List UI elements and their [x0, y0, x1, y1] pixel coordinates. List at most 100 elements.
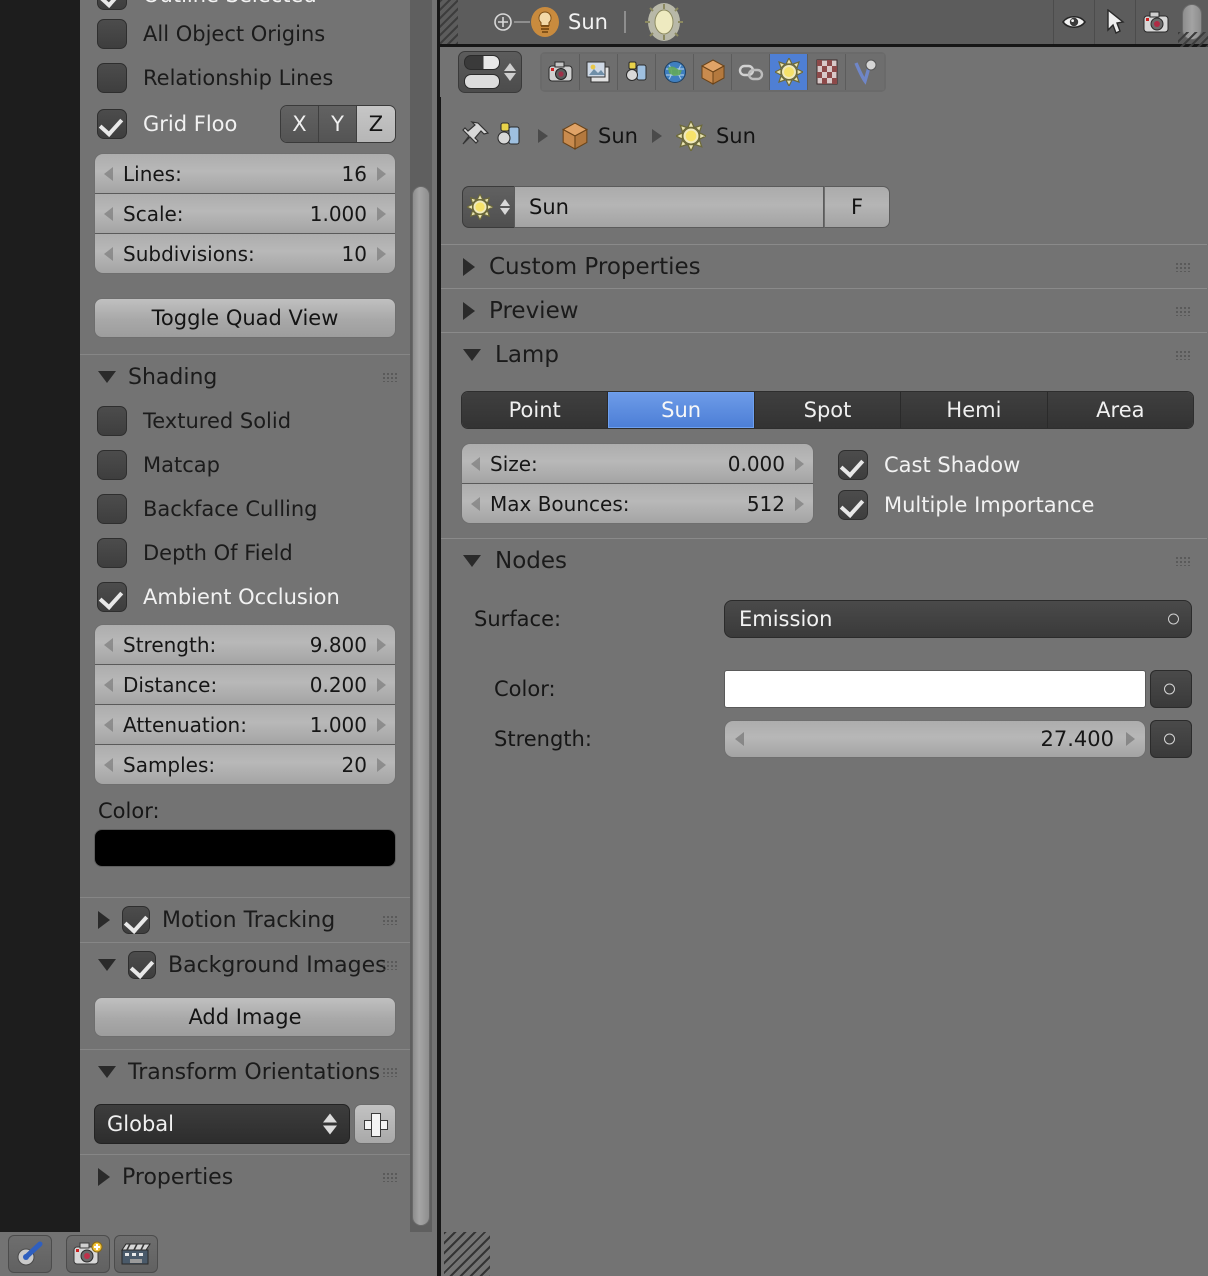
grid-axis-toggle-group[interactable]: X Y Z — [280, 105, 396, 143]
checkbox-row-matcap[interactable]: Matcap — [80, 443, 410, 487]
node-socket-icon[interactable] — [1168, 613, 1179, 625]
section-header-preview[interactable]: Preview — [441, 288, 1207, 333]
drag-grip-icon[interactable] — [382, 960, 398, 970]
grid-axis-z-button[interactable]: Z — [357, 106, 395, 142]
visibility-toggle[interactable] — [1053, 0, 1094, 44]
drag-grip-icon[interactable] — [1175, 306, 1191, 316]
drag-grip-icon[interactable] — [382, 1067, 398, 1077]
outline-selected-checkbox[interactable] — [97, 0, 127, 10]
section-header-transform-orientations[interactable]: Transform Orientations — [80, 1049, 410, 1094]
grid-floor-checkbox[interactable] — [97, 109, 127, 139]
lamp-max-bounces-field[interactable]: Max Bounces: 512 — [462, 484, 813, 523]
fake-user-button[interactable]: F — [824, 186, 890, 228]
checkbox-row-cast-shadow[interactable]: Cast Shadow — [838, 445, 1198, 485]
outliner-object-entry[interactable]: Sun — [492, 7, 608, 37]
increment-arrow-icon[interactable] — [377, 206, 386, 221]
increment-arrow-icon[interactable] — [795, 456, 804, 471]
grid-lines-field[interactable]: Lines: 16 — [95, 154, 395, 194]
drag-grip-icon[interactable] — [1175, 350, 1191, 360]
grid-scale-field[interactable]: Scale: 1.000 — [95, 194, 395, 234]
section-header-motion-tracking[interactable]: Motion Tracking — [80, 897, 410, 942]
editor-type-selector[interactable] — [458, 51, 522, 93]
selectability-toggle[interactable] — [1094, 0, 1135, 44]
tab-particles[interactable] — [846, 54, 884, 90]
decrement-arrow-icon[interactable] — [104, 246, 113, 261]
lamp-type-spot[interactable]: Spot — [754, 392, 902, 428]
increment-arrow-icon[interactable] — [1126, 732, 1135, 746]
left-panel-scroll-track[interactable] — [410, 0, 432, 1232]
tab-object[interactable] — [694, 54, 732, 90]
strength-socket-button[interactable] — [1150, 720, 1192, 758]
lamp-name-input[interactable]: Sun — [514, 186, 824, 228]
lamp-datablock-icon-box[interactable] — [462, 186, 514, 228]
decrement-arrow-icon[interactable] — [471, 496, 480, 511]
relationship-lines-checkbox[interactable] — [97, 63, 127, 93]
tab-render-layers[interactable] — [580, 54, 618, 90]
editor-divider[interactable] — [437, 0, 441, 1276]
checkbox-row-outline-selected[interactable]: Outline Selected — [80, 0, 410, 10]
tab-texture[interactable] — [808, 54, 846, 90]
grid-axis-x-button[interactable]: X — [281, 106, 319, 142]
drag-grip-icon[interactable] — [1175, 556, 1191, 566]
add-orientation-button[interactable] — [354, 1104, 396, 1144]
section-header-shading[interactable]: Shading — [80, 354, 410, 399]
increment-arrow-icon[interactable] — [377, 166, 386, 181]
increment-arrow-icon[interactable] — [377, 717, 386, 732]
decrement-arrow-icon[interactable] — [471, 456, 480, 471]
ao-color-swatch[interactable] — [94, 829, 396, 867]
section-header-background-images[interactable]: Background Images — [80, 942, 410, 987]
lamp-type-hemi[interactable]: Hemi — [901, 392, 1048, 428]
decrement-arrow-icon[interactable] — [104, 757, 113, 772]
checkbox-row-ambient-occlusion[interactable]: Ambient Occlusion — [80, 575, 410, 619]
tab-constraints[interactable] — [732, 54, 770, 90]
decrement-arrow-icon[interactable] — [104, 717, 113, 732]
multiple-importance-checkbox[interactable] — [838, 490, 868, 520]
checkbox-row-backface-culling[interactable]: Backface Culling — [80, 487, 410, 531]
checkbox-row-multiple-importance[interactable]: Multiple Importance — [838, 485, 1198, 525]
increment-arrow-icon[interactable] — [377, 246, 386, 261]
breadcrumb-object[interactable]: Sun — [562, 122, 638, 150]
color-socket-button[interactable] — [1150, 670, 1192, 708]
increment-arrow-icon[interactable] — [795, 496, 804, 511]
ao-attenuation-field[interactable]: Attenuation: 1.000 — [95, 705, 395, 745]
backface-culling-checkbox[interactable] — [97, 494, 127, 524]
drag-grip-icon[interactable] — [382, 1172, 398, 1182]
increment-arrow-icon[interactable] — [377, 637, 386, 652]
brush-icon-button[interactable] — [8, 1235, 52, 1273]
checkbox-row-depth-of-field[interactable]: Depth Of Field — [80, 531, 410, 575]
ambient-occlusion-checkbox[interactable] — [97, 582, 127, 612]
chevron-updown-icon[interactable] — [500, 199, 510, 215]
textured-solid-checkbox[interactable] — [97, 406, 127, 436]
motion-tracking-checkbox[interactable] — [122, 906, 150, 934]
surface-shader-dropdown[interactable]: Emission — [724, 600, 1192, 638]
section-header-nodes[interactable]: Nodes — [441, 538, 1207, 583]
cast-shadow-checkbox[interactable] — [838, 450, 868, 480]
section-header-lamp[interactable]: Lamp — [441, 332, 1207, 377]
section-header-properties[interactable]: Properties — [80, 1154, 410, 1199]
lamp-type-sun[interactable]: Sun — [608, 392, 755, 428]
grid-axis-y-button[interactable]: Y — [319, 106, 357, 142]
checkbox-row-grid-floor[interactable]: Grid Floo X Y Z — [80, 100, 410, 148]
tab-data-lamp[interactable] — [770, 54, 808, 90]
chevron-updown-icon[interactable] — [504, 63, 516, 81]
increment-arrow-icon[interactable] — [377, 757, 386, 772]
ao-distance-field[interactable]: Distance: 0.200 — [95, 665, 395, 705]
background-images-checkbox[interactable] — [128, 951, 156, 979]
render-still-button[interactable] — [66, 1235, 110, 1273]
ao-strength-field[interactable]: Strength: 9.800 — [95, 625, 395, 665]
decrement-arrow-icon[interactable] — [104, 677, 113, 692]
decrement-arrow-icon[interactable] — [104, 166, 113, 181]
add-image-button[interactable]: Add Image — [94, 997, 396, 1037]
emission-strength-slider[interactable]: 27.400 — [724, 720, 1146, 758]
all-object-origins-checkbox[interactable] — [97, 19, 127, 49]
tab-scene[interactable] — [618, 54, 656, 90]
tab-render[interactable] — [542, 54, 580, 90]
tab-world[interactable] — [656, 54, 694, 90]
increment-arrow-icon[interactable] — [377, 677, 386, 692]
outliner-corner-grip[interactable] — [440, 0, 458, 44]
renderability-toggle[interactable] — [1135, 0, 1176, 44]
checkbox-row-all-object-origins[interactable]: All Object Origins — [80, 12, 410, 56]
checkbox-row-textured-solid[interactable]: Textured Solid — [80, 399, 410, 443]
lamp-type-area[interactable]: Area — [1047, 392, 1193, 428]
decrement-arrow-icon[interactable] — [104, 206, 113, 221]
